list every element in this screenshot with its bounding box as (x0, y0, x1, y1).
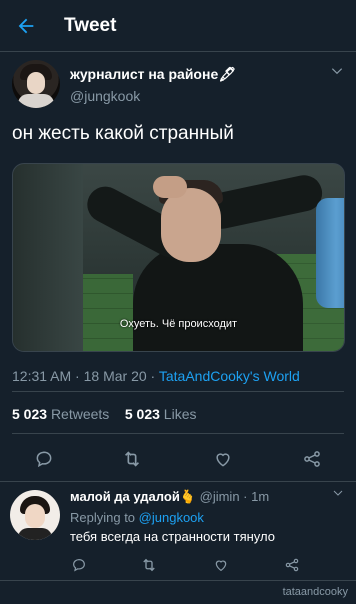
retweet-icon (143, 558, 155, 572)
watermark: tataandcooky (282, 586, 348, 598)
author-handle[interactable]: @jungkook (70, 88, 140, 104)
tweet-source-link[interactable]: TataAndCooky's World (159, 368, 300, 384)
tweet-time: 12:31 AM (12, 368, 72, 384)
tweet-date: 18 Mar 20 (83, 368, 147, 384)
avatar[interactable] (10, 490, 60, 540)
tweet-stats: 5 023 Retweets 5 023 Likes (12, 406, 196, 422)
reply-time: 1m (251, 489, 270, 504)
share-icon (285, 558, 299, 572)
share-button[interactable] (283, 556, 301, 574)
top-bar: Tweet (0, 0, 356, 52)
reply-button[interactable] (33, 448, 55, 470)
author-name[interactable]: журналист на районе🖋 (70, 66, 236, 83)
media-subtitle: Охуеть. Чё происходит (119, 318, 238, 330)
reply-icon (36, 451, 52, 468)
back-button[interactable] (0, 0, 52, 52)
tweet-menu-button[interactable] (330, 64, 344, 83)
reply-button[interactable] (70, 556, 88, 574)
share-icon (304, 451, 320, 467)
chevron-down-icon (331, 68, 343, 75)
likes-count[interactable]: 5 023 (125, 406, 160, 422)
reply-author: малой да удалой🫰 @jimin · 1m (70, 489, 270, 504)
retweets-count[interactable]: 5 023 (12, 406, 47, 422)
divider (0, 580, 356, 581)
reply-text: тебя всегда на странности тянуло (70, 529, 275, 544)
tweet-actions (0, 434, 356, 484)
tweet-media-image[interactable]: Охуеть. Чё происходит (12, 163, 345, 352)
retweet-button[interactable] (121, 448, 143, 470)
likes-label[interactable]: Likes (164, 406, 197, 422)
retweet-icon (124, 451, 140, 467)
tweet-text: он жесть какой странный (12, 123, 234, 144)
divider (0, 481, 356, 482)
like-icon (215, 560, 227, 572)
share-button[interactable] (301, 448, 323, 470)
replying-to-label: Replying to (70, 510, 136, 525)
like-icon (216, 453, 230, 467)
reply-author-name[interactable]: малой да удалой🫰 (70, 489, 196, 504)
back-arrow-icon (18, 18, 34, 33)
like-button[interactable] (212, 556, 230, 574)
retweets-label[interactable]: Retweets (51, 406, 109, 422)
retweet-button[interactable] (140, 556, 158, 574)
avatar[interactable] (12, 60, 60, 108)
replying-to: Replying to @jungkook (70, 510, 204, 525)
divider (12, 391, 344, 392)
like-button[interactable] (212, 448, 234, 470)
tweet-author: журналист на районе🖋 @jungkook (12, 60, 344, 110)
reply-icon (73, 558, 85, 572)
reply-menu-button[interactable] (332, 486, 344, 504)
reply-actions (0, 552, 356, 580)
tweet-timestamp: 12:31 AM · 18 Mar 20 · TataAndCooky's Wo… (12, 368, 300, 384)
chevron-down-icon (333, 490, 343, 496)
page-title: Tweet (64, 14, 117, 36)
replying-to-mention[interactable]: @jungkook (139, 510, 204, 525)
reply-author-handle[interactable]: @jimin (200, 489, 240, 504)
